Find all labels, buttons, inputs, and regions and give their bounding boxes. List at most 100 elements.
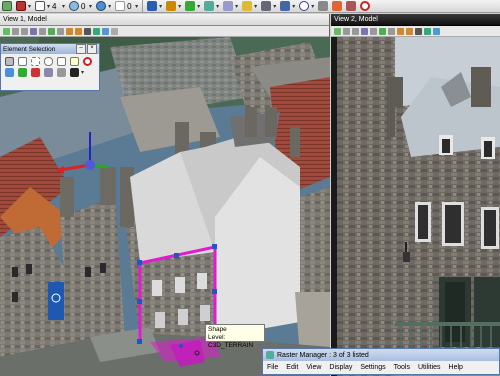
render-icon[interactable] [332, 1, 343, 11]
display-style-icon[interactable] [93, 27, 100, 35]
raster-manager-icon [266, 351, 274, 359]
view2-titlebar: View 2, Model [331, 14, 500, 26]
level-manager-icon[interactable] [166, 1, 177, 11]
element-selection-titlebar: Element Selection – × [1, 44, 99, 54]
layers-icon[interactable] [242, 1, 253, 11]
line-style-icon[interactable] [35, 1, 46, 11]
select-line-icon[interactable] [57, 57, 66, 66]
menu-display[interactable]: Display [329, 364, 352, 371]
invert-selection-icon[interactable] [44, 68, 53, 77]
element-attributes-icon[interactable] [2, 1, 12, 11]
clip-volume-icon[interactable] [102, 27, 109, 35]
menu-tools[interactable]: Tools [394, 364, 410, 371]
rotate-view-icon[interactable] [379, 27, 386, 35]
minimize-icon[interactable]: – [76, 44, 86, 54]
select-arrow-icon[interactable] [5, 57, 14, 66]
chevron-down-icon[interactable]: ▾ [235, 3, 238, 10]
selection-methods-row: ▾ [1, 67, 99, 78]
chevron-down-icon[interactable]: ▾ [159, 3, 162, 10]
raster-manager-titlebar: Raster Manager : 3 of 3 listed [263, 349, 499, 361]
pan-view-icon[interactable] [388, 27, 395, 35]
color-swatch-icon[interactable] [16, 1, 26, 11]
chevron-down-icon[interactable]: ▾ [89, 3, 92, 10]
display-style-icon[interactable] [424, 27, 431, 35]
line-weight-value[interactable]: 4 [52, 2, 62, 11]
chevron-down-icon[interactable]: ▾ [292, 3, 295, 10]
transparency-value[interactable]: 0 [81, 2, 89, 11]
reference-icon[interactable] [185, 1, 196, 11]
menu-view[interactable]: View [306, 364, 321, 371]
zoom-out-icon[interactable] [21, 27, 28, 35]
view-next-icon[interactable] [75, 27, 82, 35]
tooltip-line1: Shape [208, 326, 227, 333]
select-block-icon[interactable] [31, 57, 40, 66]
measure-icon[interactable] [280, 1, 291, 11]
view2-photo[interactable] [331, 37, 500, 376]
camera-icon[interactable] [84, 27, 91, 35]
chevron-down-icon[interactable]: ▾ [62, 3, 65, 10]
deselect-icon[interactable] [83, 57, 92, 66]
view-previous-icon[interactable] [397, 27, 404, 35]
view-attributes-icon[interactable] [334, 27, 341, 35]
shadow-icon[interactable] [111, 27, 118, 35]
view-previous-icon[interactable] [66, 27, 73, 35]
new-selection-icon[interactable] [5, 68, 14, 77]
priority-icon[interactable] [115, 1, 126, 11]
chevron-down-icon[interactable]: ▾ [254, 3, 257, 10]
chevron-down-icon[interactable]: ▾ [273, 3, 276, 10]
window-area-icon[interactable] [30, 27, 37, 35]
view2-title: View 2, Model [334, 16, 378, 23]
chevron-down-icon[interactable]: ▾ [197, 3, 200, 10]
chevron-down-icon[interactable]: ▾ [108, 3, 111, 10]
fence-icon[interactable] [147, 1, 158, 11]
window-area-icon[interactable] [361, 27, 368, 35]
view-attributes-icon[interactable] [3, 27, 10, 35]
chevron-down-icon[interactable]: ▾ [216, 3, 219, 10]
clear-selection-icon[interactable] [57, 68, 66, 77]
view1-view-controls [0, 26, 329, 37]
add-selection-icon[interactable] [18, 68, 27, 77]
element-selection-title: Element Selection [3, 45, 56, 53]
chevron-down-icon[interactable]: ▾ [135, 3, 138, 10]
chevron-down-icon[interactable]: ▾ [81, 69, 84, 76]
view2-window: View 2, Model [331, 14, 500, 376]
stamp-icon[interactable] [346, 1, 357, 11]
menu-edit[interactable]: Edit [286, 364, 298, 371]
chevron-down-icon[interactable]: ▾ [28, 3, 31, 10]
cells-icon[interactable] [261, 1, 272, 11]
pan-view-icon[interactable] [57, 27, 64, 35]
select-all-icon[interactable] [70, 57, 79, 66]
camera-icon[interactable] [415, 27, 422, 35]
chevron-down-icon[interactable]: ▾ [311, 3, 314, 10]
transparency-icon[interactable] [69, 1, 80, 11]
raster-manager-title: Raster Manager : 3 of 3 listed [277, 351, 369, 359]
cursor-icon[interactable] [70, 68, 79, 77]
scissors-icon[interactable] [318, 1, 329, 11]
zoom-in-icon[interactable] [343, 27, 350, 35]
zoom-in-icon[interactable] [12, 27, 19, 35]
priority-value[interactable]: 0 [127, 2, 135, 11]
chevron-down-icon[interactable]: ▾ [47, 3, 50, 10]
fit-view-icon[interactable] [370, 27, 377, 35]
select-individual-icon[interactable] [18, 57, 27, 66]
menu-help[interactable]: Help [449, 364, 463, 371]
zoom-out-icon[interactable] [352, 27, 359, 35]
subtract-selection-icon[interactable] [31, 68, 40, 77]
chevron-down-icon[interactable]: ▾ [178, 3, 181, 10]
menu-file[interactable]: File [267, 364, 278, 371]
raster-icon[interactable] [204, 1, 215, 11]
clip-volume-icon[interactable] [433, 27, 440, 35]
view-next-icon[interactable] [406, 27, 413, 35]
menu-utilities[interactable]: Utilities [418, 364, 441, 371]
globe-icon[interactable] [96, 1, 107, 11]
view2-view-controls [331, 26, 500, 37]
rotate-view-icon[interactable] [48, 27, 55, 35]
fit-view-icon[interactable] [39, 27, 46, 35]
info-icon[interactable] [299, 1, 310, 11]
menu-settings[interactable]: Settings [360, 364, 385, 371]
element-selection-dialog: Element Selection – × ▾ [0, 43, 100, 91]
select-shape-icon[interactable] [44, 57, 53, 66]
no-entry-icon[interactable] [360, 1, 371, 11]
models-icon[interactable] [223, 1, 234, 11]
close-icon[interactable]: × [87, 44, 97, 54]
